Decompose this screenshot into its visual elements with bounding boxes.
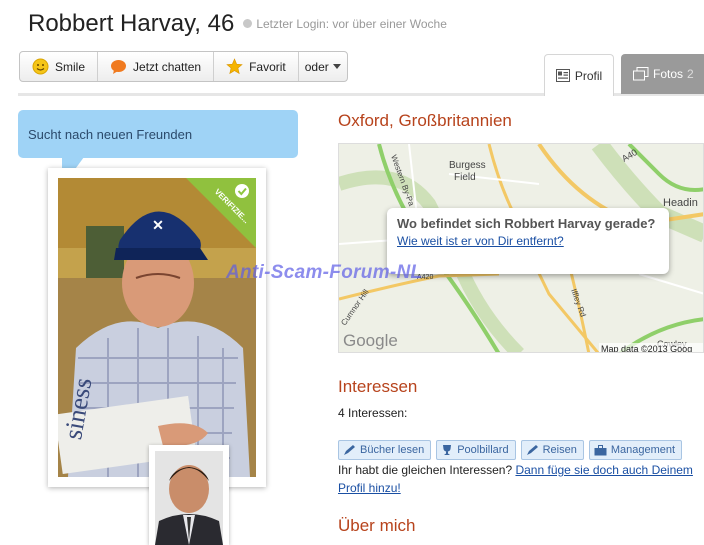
pen-icon bbox=[526, 445, 538, 455]
interest-tag-label: Bücher lesen bbox=[360, 444, 425, 456]
interest-tag-label: Poolbillard bbox=[457, 444, 509, 456]
google-logo: Google bbox=[343, 331, 398, 350]
last-login-status: Letzter Login: vor über einer Woche bbox=[243, 17, 447, 31]
interest-tag[interactable]: Poolbillard bbox=[436, 440, 516, 460]
same-interests-text: Ihr habt die gleichen Interessen? bbox=[338, 463, 513, 477]
interests-title: Interessen bbox=[338, 377, 418, 396]
chat-bubble-icon bbox=[111, 59, 127, 74]
status-text: Sucht nach neuen Freunden bbox=[28, 127, 193, 142]
interest-tag[interactable]: Bücher lesen bbox=[338, 440, 432, 460]
smile-button[interactable]: Smile bbox=[20, 52, 99, 81]
profile-header: Robbert Harvay, 46 Letzter Login: vor üb… bbox=[28, 10, 447, 38]
favorite-button[interactable]: Favorit bbox=[214, 52, 299, 81]
smile-icon bbox=[32, 58, 49, 75]
interest-tags: Bücher lesen Poolbillard Reisen Manageme… bbox=[338, 440, 687, 460]
verified-badge: VERIFIZIE... bbox=[186, 178, 256, 248]
profile-name: Robbert Harvay, 46 bbox=[28, 10, 235, 37]
about-title: Über mich bbox=[338, 516, 416, 535]
interest-tag-label: Management bbox=[610, 444, 676, 456]
map-credit: Map data ©2013 Goog bbox=[601, 344, 692, 353]
photo-thumbnail[interactable] bbox=[155, 451, 223, 545]
tab-profile[interactable]: Profil bbox=[544, 54, 614, 96]
map-popup-question: Wo befindet sich Robbert Harvay gerade? bbox=[397, 216, 656, 231]
thumbnail-image bbox=[155, 451, 223, 545]
more-dropdown[interactable]: oder bbox=[299, 52, 347, 81]
chat-label: Jetzt chatten bbox=[133, 59, 202, 74]
smile-label: Smile bbox=[55, 59, 86, 74]
tab-photos-label: Fotos bbox=[653, 67, 684, 81]
map-label: Field bbox=[454, 172, 476, 183]
location-title: Oxford, Großbritannien bbox=[338, 111, 512, 130]
pen-icon bbox=[344, 445, 355, 455]
action-bar: Smile Jetzt chatten Favorit oder bbox=[19, 51, 348, 82]
interest-tag-label: Reisen bbox=[542, 444, 577, 456]
interests-count: 4 Interessen: bbox=[338, 406, 408, 420]
last-login-text: Letzter Login: vor über einer Woche bbox=[256, 17, 447, 31]
profile-photo[interactable]: ✕ siness VERIFIZIE... bbox=[58, 178, 256, 477]
tab-photos[interactable]: Fotos 2 bbox=[621, 54, 704, 94]
offline-dot-icon bbox=[243, 19, 253, 28]
svg-text:✕: ✕ bbox=[152, 217, 164, 233]
distance-link[interactable]: Wie weit ist er von Dir entfernt? bbox=[397, 234, 564, 248]
map-label: Headin bbox=[663, 197, 698, 209]
photo-thumbnail-frame[interactable] bbox=[149, 445, 229, 545]
favorite-label: Favorit bbox=[249, 59, 286, 74]
photos-count: 2 bbox=[687, 67, 694, 81]
briefcase-icon bbox=[594, 444, 607, 455]
profile-photo-frame[interactable]: ✕ siness VERIFIZIE... bbox=[48, 168, 266, 487]
map-info-popup: Wo befindet sich Robbert Harvay gerade? … bbox=[387, 208, 669, 274]
interest-tag[interactable]: Management bbox=[588, 440, 683, 460]
star-icon bbox=[226, 58, 243, 75]
trophy-icon bbox=[443, 445, 452, 455]
chevron-down-icon bbox=[332, 64, 341, 69]
interest-tag[interactable]: Reisen bbox=[520, 440, 584, 460]
same-interests-prompt: Ihr habt die gleichen Interessen? Dann f… bbox=[338, 461, 698, 497]
profile-card-icon bbox=[555, 69, 570, 82]
status-bubble: Sucht nach neuen Freunden bbox=[18, 110, 298, 158]
more-label: oder bbox=[304, 59, 329, 74]
photos-icon bbox=[633, 67, 649, 81]
watermark-text: Anti-Scam-Forum-NL bbox=[226, 262, 423, 283]
map-label: Burgess bbox=[449, 160, 486, 171]
chat-button[interactable]: Jetzt chatten bbox=[98, 52, 215, 81]
tab-profile-label: Profil bbox=[574, 68, 603, 83]
